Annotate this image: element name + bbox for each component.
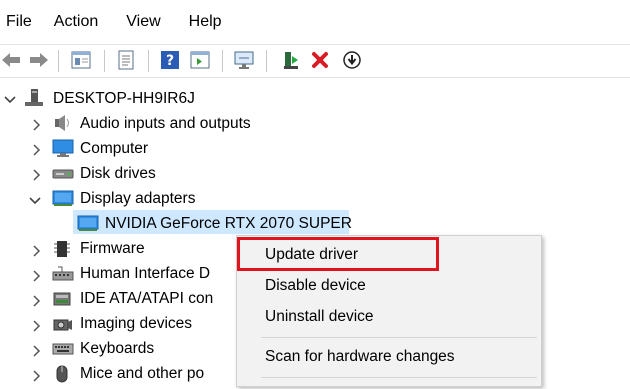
disk-drive-icon (52, 165, 74, 185)
tree-item-nvidia-gpu[interactable]: NVIDIA GeForce RTX 2070 SUPER (105, 215, 352, 233)
highlight-box (237, 237, 439, 271)
menu-item-scan-hardware[interactable]: Scan for hardware changes (265, 348, 455, 366)
menu-action[interactable]: Action (54, 13, 98, 31)
action-pane-icon[interactable] (189, 49, 211, 71)
chevron-right-icon[interactable] (29, 368, 45, 384)
toolbar: ? (0, 44, 630, 78)
tree-item-computer[interactable]: Computer (80, 140, 148, 158)
keyboard-icon (52, 341, 74, 361)
update-driver-icon[interactable] (280, 49, 302, 71)
tree-item-display-adapters[interactable]: Display adapters (80, 190, 195, 208)
chevron-right-icon[interactable] (29, 268, 45, 284)
uninstall-icon[interactable] (309, 49, 331, 71)
chevron-right-icon[interactable] (29, 117, 45, 133)
tree-item-human-interface[interactable]: Human Interface D (80, 265, 210, 283)
monitor-icon (52, 138, 74, 158)
chevron-right-icon[interactable] (29, 142, 45, 158)
display-adapter-icon (52, 188, 74, 208)
computer-tower-icon (24, 88, 44, 108)
menu-separator (261, 377, 537, 378)
tree-item-disk-drives[interactable]: Disk drives (80, 165, 156, 183)
disable-icon[interactable] (341, 49, 363, 71)
tree-item-firmware[interactable]: Firmware (80, 240, 145, 258)
tree-item-mice[interactable]: Mice and other po (80, 365, 204, 383)
menu-item-disable-device[interactable]: Disable device (265, 277, 366, 295)
console-tree-icon[interactable] (70, 49, 92, 71)
chevron-right-icon[interactable] (29, 293, 45, 309)
chevron-down-icon[interactable] (2, 92, 18, 108)
mouse-icon (52, 364, 72, 384)
chevron-right-icon[interactable] (29, 243, 45, 259)
tree-root-label[interactable]: DESKTOP-HH9IR6J (53, 90, 195, 108)
firmware-chip-icon (52, 239, 72, 259)
forward-arrow-icon[interactable] (28, 49, 50, 71)
monitor-icon[interactable] (233, 49, 255, 71)
menu-item-uninstall-device[interactable]: Uninstall device (265, 308, 374, 326)
speaker-icon (52, 113, 72, 133)
menu-bar: File Action View Help (0, 0, 630, 44)
tree-item-keyboards[interactable]: Keyboards (80, 340, 154, 358)
help-icon[interactable]: ? (159, 49, 181, 71)
ide-controller-icon (52, 289, 72, 309)
menu-separator (261, 337, 537, 338)
svg-text:?: ? (166, 53, 174, 69)
chevron-right-icon[interactable] (29, 167, 45, 183)
chevron-right-icon[interactable] (29, 343, 45, 359)
hid-icon (52, 264, 74, 284)
menu-file[interactable]: File (6, 13, 32, 31)
camera-icon (52, 314, 72, 334)
menu-help[interactable]: Help (189, 13, 222, 31)
chevron-right-icon[interactable] (29, 318, 45, 334)
back-arrow-icon[interactable] (0, 49, 22, 71)
tree-item-imaging[interactable]: Imaging devices (80, 315, 192, 333)
tree-item-audio[interactable]: Audio inputs and outputs (80, 115, 251, 133)
properties-icon[interactable] (115, 49, 137, 71)
display-adapter-icon (77, 213, 99, 233)
chevron-down-icon[interactable] (27, 193, 43, 209)
tree-item-ide-ata[interactable]: IDE ATA/ATAPI con (80, 290, 213, 308)
menu-view[interactable]: View (126, 13, 160, 31)
